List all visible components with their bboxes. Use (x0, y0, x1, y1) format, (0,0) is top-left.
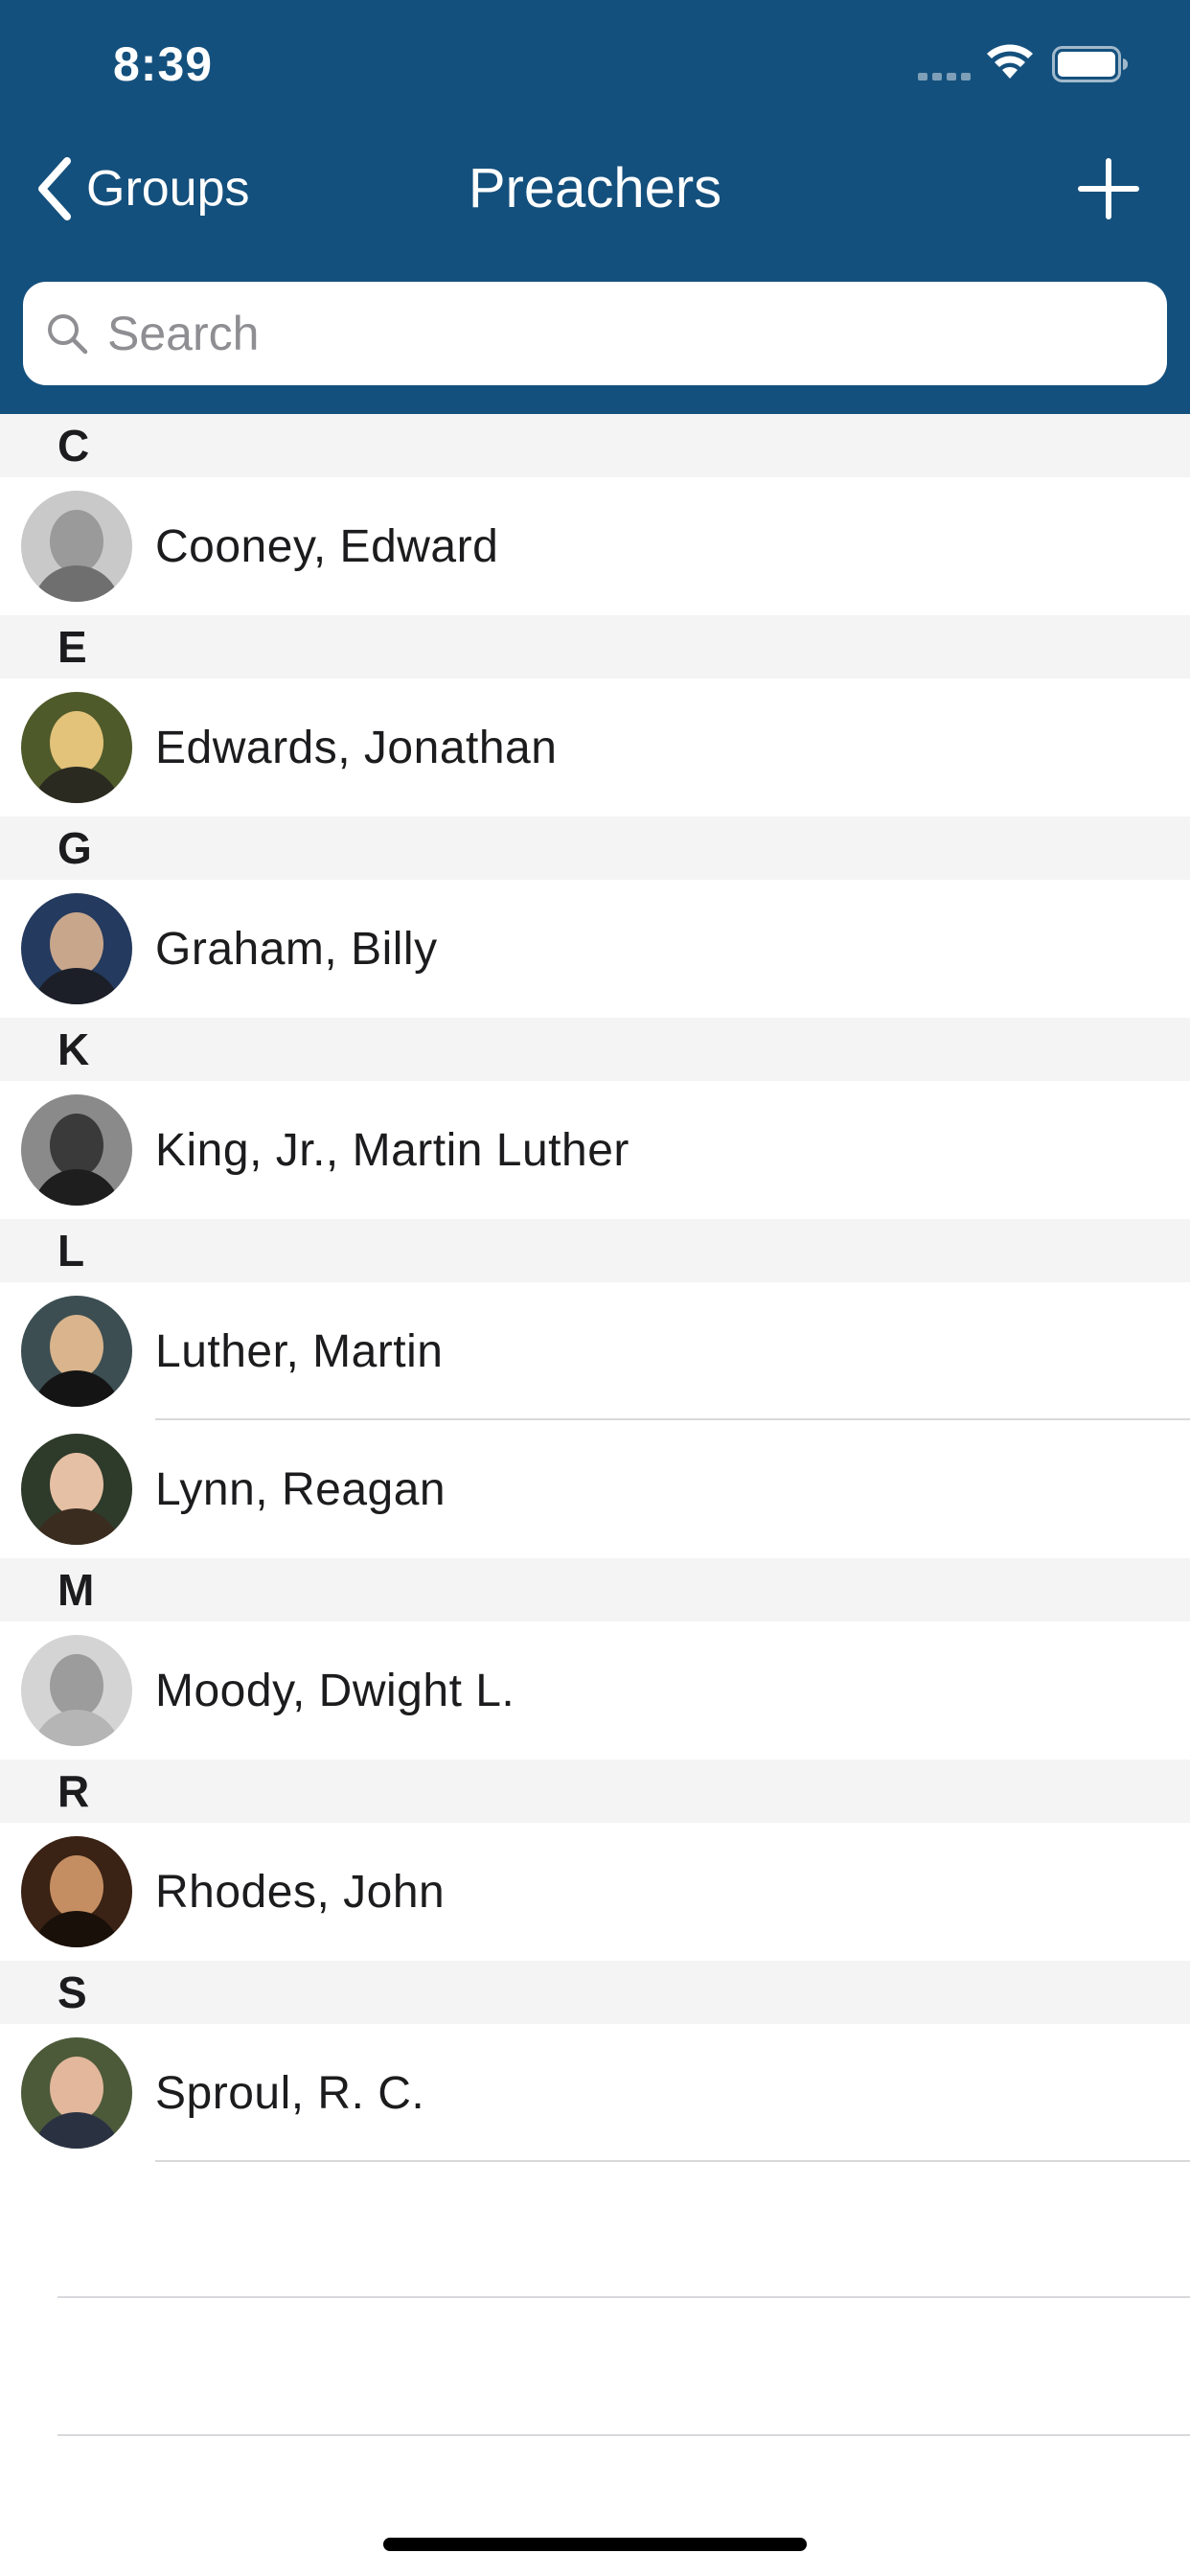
avatar (21, 1635, 132, 1746)
section-header-s: S (0, 1961, 1190, 2024)
status-time: 8:39 (113, 37, 214, 91)
battery-icon (1052, 46, 1128, 82)
search-bar[interactable] (23, 282, 1167, 385)
avatar (21, 1296, 132, 1407)
section-header-r: R (0, 1760, 1190, 1823)
list-item[interactable]: Lynn, Reagan (0, 1420, 1190, 1558)
list-item-label: Rhodes, John (155, 1866, 446, 1918)
section-header-e: E (0, 615, 1190, 678)
list-item-label: Moody, Dwight L. (155, 1665, 515, 1716)
avatar (21, 1094, 132, 1206)
search-input[interactable] (107, 306, 1142, 361)
divider (57, 2434, 1190, 2436)
avatar (21, 893, 132, 1004)
back-button[interactable]: Groups (34, 153, 250, 224)
list-item-label: Sproul, R. C. (155, 2067, 425, 2119)
list-item[interactable]: Rhodes, John (0, 1823, 1190, 1961)
divider (57, 2296, 1190, 2298)
list-item-label: Cooney, Edward (155, 520, 499, 572)
section-header-g: G (0, 816, 1190, 880)
add-icon[interactable] (1077, 157, 1140, 220)
list-item-label: Lynn, Reagan (155, 1463, 446, 1515)
list-item[interactable]: Edwards, Jonathan (0, 678, 1190, 816)
chevron-left-icon (38, 157, 71, 220)
list-item[interactable]: Graham, Billy (0, 880, 1190, 1018)
list-item[interactable]: Cooney, Edward (0, 477, 1190, 615)
avatar (21, 692, 132, 803)
search-icon (48, 314, 88, 355)
list-item[interactable]: Luther, Martin (0, 1282, 1190, 1420)
preacher-list: C Cooney, Edward E Edwards, Jonathan G G… (0, 414, 1190, 2162)
home-indicator[interactable] (383, 2538, 807, 2551)
avatar (21, 2037, 132, 2149)
avatar (21, 491, 132, 602)
list-item[interactable]: King, Jr., Martin Luther (0, 1081, 1190, 1219)
list-item-label: Luther, Martin (155, 1325, 444, 1377)
navigation-header: 8:39 Groups Preachers (0, 0, 1190, 414)
list-item-label: King, Jr., Martin Luther (155, 1124, 629, 1176)
list-item-label: Graham, Billy (155, 923, 438, 975)
back-button-label: Groups (86, 161, 250, 217)
section-header-m: M (0, 1558, 1190, 1622)
section-header-c: C (0, 414, 1190, 477)
cellular-signal-icon (918, 73, 972, 80)
list-item-label: Edwards, Jonathan (155, 722, 558, 773)
list-item[interactable]: Sproul, R. C. (0, 2024, 1190, 2162)
avatar (21, 1836, 132, 1947)
wifi-icon (987, 44, 1033, 79)
list-item[interactable]: Moody, Dwight L. (0, 1622, 1190, 1760)
section-header-k: K (0, 1018, 1190, 1081)
section-header-l: L (0, 1219, 1190, 1282)
avatar (21, 1434, 132, 1545)
